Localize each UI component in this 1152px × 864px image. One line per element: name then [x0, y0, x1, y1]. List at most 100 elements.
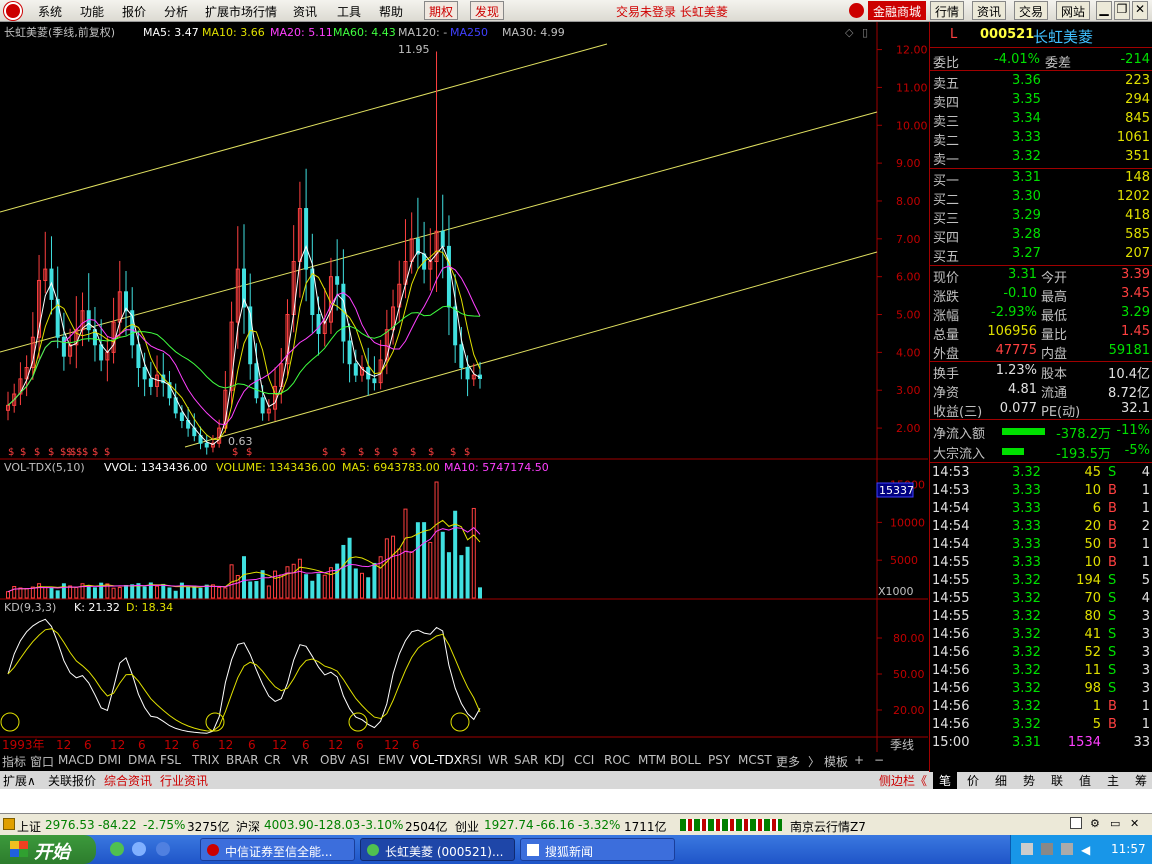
indicator-tab[interactable]: ROC — [604, 753, 630, 767]
tick-row[interactable]: 14:55 3.32 80 S 3 — [930, 608, 1152, 627]
tick-row[interactable]: 14:55 3.32 70 S 4 — [930, 590, 1152, 609]
layout-icon[interactable] — [1070, 817, 1082, 829]
tick-row[interactable]: 14:56 3.32 98 S 3 — [930, 680, 1152, 699]
indicator-tab[interactable]: MTM — [638, 753, 666, 767]
start-button[interactable]: 开始 — [0, 835, 96, 864]
tick-row[interactable]: 14:56 3.32 1 B 1 — [930, 698, 1152, 717]
menu-item-tools[interactable]: 工具 — [337, 3, 361, 20]
tick-row[interactable]: 14:54 3.33 50 B 1 — [930, 536, 1152, 555]
side-tab[interactable]: 主 — [1101, 772, 1125, 789]
sell-level[interactable]: 卖四 3.35 294 — [930, 91, 1152, 111]
indicator-tab[interactable]: CR — [264, 753, 281, 767]
sell-level[interactable]: 卖五 3.36 223 — [930, 72, 1152, 92]
bottom-tab-extend[interactable]: 扩展∧ — [3, 772, 36, 789]
indicator-tab[interactable]: OBV — [320, 753, 346, 767]
indicator-tab[interactable]: SAR — [514, 753, 538, 767]
menu-item-system[interactable]: 系统 — [38, 3, 62, 20]
tick-row[interactable]: 15:00 3.31 1534 33 — [930, 734, 1152, 753]
taskbar-item-0[interactable]: 中信证券至信全能... — [200, 838, 355, 861]
chart-area[interactable]: 长虹美菱(季线,前复权) MA5: 3.47 MA10: 3.66 MA20: … — [0, 22, 928, 752]
side-tab[interactable]: 笔 — [933, 772, 957, 789]
buy-level[interactable]: 买四 3.28 585 — [930, 226, 1152, 246]
side-tab[interactable]: 细 — [989, 772, 1013, 789]
side-tab[interactable]: 势 — [1017, 772, 1041, 789]
tick-row[interactable]: 14:56 3.32 41 S 3 — [930, 626, 1152, 645]
tick-row[interactable]: 14:56 3.32 5 B 1 — [930, 716, 1152, 735]
stat-row[interactable]: 净资 4.81 流通 8.72亿 — [930, 381, 1152, 401]
bottom-tab-industry[interactable]: 行业资讯 — [160, 772, 208, 789]
buy-level[interactable]: 买三 3.29 418 — [930, 207, 1152, 227]
tray-icon[interactable] — [1021, 843, 1033, 855]
indicator-tab[interactable]: DMA — [128, 753, 156, 767]
quicklaunch-k-icon[interactable] — [156, 842, 170, 856]
sell-level[interactable]: 卖二 3.33 1061 — [930, 129, 1152, 149]
side-tab[interactable]: 价 — [961, 772, 985, 789]
discover-button[interactable]: 发现 — [470, 1, 505, 20]
tray-icon[interactable] — [1041, 843, 1053, 855]
indicator-tab[interactable]: ASI — [350, 753, 369, 767]
menu-item-help[interactable]: 帮助 — [379, 3, 403, 20]
website-button[interactable]: 网站 — [1056, 1, 1091, 20]
panel-toggle-icon[interactable]: ▯ — [862, 26, 868, 39]
buy-level[interactable]: 买五 3.27 207 — [930, 245, 1152, 265]
indicator-tab[interactable]: 模板 — [824, 753, 848, 770]
news-button[interactable]: 资讯 — [972, 1, 1007, 20]
indicator-tab[interactable]: WR — [488, 753, 508, 767]
side-tab[interactable]: 筹 — [1129, 772, 1152, 789]
stat-row[interactable]: 总量 106956 量比 1.45 — [930, 323, 1152, 343]
tick-row[interactable]: 14:53 3.33 10 B 1 — [930, 482, 1152, 501]
indicator-tab[interactable]: TRIX — [192, 753, 219, 767]
restore-icon[interactable]: ❐ — [1114, 1, 1130, 20]
indicator-tab[interactable]: 指标 — [2, 753, 26, 770]
stat-row[interactable]: 涨跌 -0.10 最高 3.45 — [930, 285, 1152, 305]
quicklaunch-ie-icon[interactable] — [110, 842, 124, 856]
network-icon[interactable] — [1061, 843, 1073, 855]
indicator-tab[interactable]: CCI — [574, 753, 594, 767]
indicator-tab[interactable]: 〉 — [808, 753, 820, 770]
indicator-tab[interactable]: DMI — [98, 753, 121, 767]
bottom-tab-news[interactable]: 综合资讯 — [104, 772, 152, 789]
indicator-tab[interactable]: KDJ — [544, 753, 565, 767]
indicator-tab[interactable]: VOL-TDX — [410, 753, 462, 767]
sell-level[interactable]: 卖一 3.32 351 — [930, 148, 1152, 168]
settings-icon[interactable]: ⚙ — [1090, 817, 1100, 830]
indicator-tab[interactable]: BRAR — [226, 753, 259, 767]
menu-item-ext-market[interactable]: 扩展市场行情 — [205, 3, 277, 20]
taskbar-item-2[interactable]: 搜狐新闻 — [520, 838, 675, 861]
buy-level[interactable]: 买一 3.31 148 — [930, 169, 1152, 189]
finance-mall-button[interactable]: 金融商城 — [868, 1, 927, 20]
stat-row[interactable]: 收益(三) 0.077 PE(动) 32.1 — [930, 400, 1152, 420]
side-tab[interactable]: 值 — [1073, 772, 1097, 789]
buy-level[interactable]: 买二 3.30 1202 — [930, 188, 1152, 208]
indicator-tab[interactable]: 窗口 — [30, 753, 54, 770]
sell-level[interactable]: 卖三 3.34 845 — [930, 110, 1152, 130]
indicator-tab[interactable]: RSI — [462, 753, 482, 767]
tick-row[interactable]: 14:54 3.33 20 B 2 — [930, 518, 1152, 537]
volume-icon[interactable]: ◀ — [1081, 843, 1090, 857]
indicator-tab[interactable]: FSL — [160, 753, 181, 767]
indicator-tab[interactable]: EMV — [378, 753, 404, 767]
menu-item-info[interactable]: 资讯 — [293, 3, 317, 20]
stat-row[interactable]: 外盘 47775 内盘 59181 — [930, 342, 1152, 362]
sh-value[interactable]: 2976.53 — [45, 818, 95, 832]
menu-item-analysis[interactable]: 分析 — [164, 3, 188, 20]
tick-row[interactable]: 14:56 3.32 11 S 3 — [930, 662, 1152, 681]
side-tab[interactable]: 联 — [1045, 772, 1069, 789]
stat-row[interactable]: 涨幅 -2.93% 最低 3.29 — [930, 304, 1152, 324]
trade-button[interactable]: 交易 — [1014, 1, 1049, 20]
diamond-icon[interactable]: ◇ — [845, 26, 854, 39]
indicator-tab[interactable]: PSY — [708, 753, 730, 767]
indicator-tab[interactable]: MCST — [738, 753, 772, 767]
tick-row[interactable]: 14:55 3.33 10 B 1 — [930, 554, 1152, 573]
flow-row[interactable]: 大宗流入 -193.5万 -5% — [930, 442, 1152, 462]
server-label[interactable]: 南京云行情Z7 — [790, 818, 866, 835]
side-panel-toggle[interactable]: 侧边栏《 — [879, 772, 927, 789]
taskbar-item-1[interactable]: 长虹美菱 (000521)... — [360, 838, 515, 861]
status-close-icon[interactable]: ✕ — [1130, 817, 1139, 830]
stat-row[interactable]: 现价 3.31 今开 3.39 — [930, 266, 1152, 286]
tick-row[interactable]: 14:53 3.32 45 S 4 — [930, 464, 1152, 483]
menu-item-quote[interactable]: 报价 — [122, 3, 146, 20]
options-button[interactable]: 期权 — [424, 1, 459, 20]
minimize-icon[interactable]: ▁ — [1096, 1, 1112, 20]
indicator-tab[interactable]: BOLL — [670, 753, 701, 767]
